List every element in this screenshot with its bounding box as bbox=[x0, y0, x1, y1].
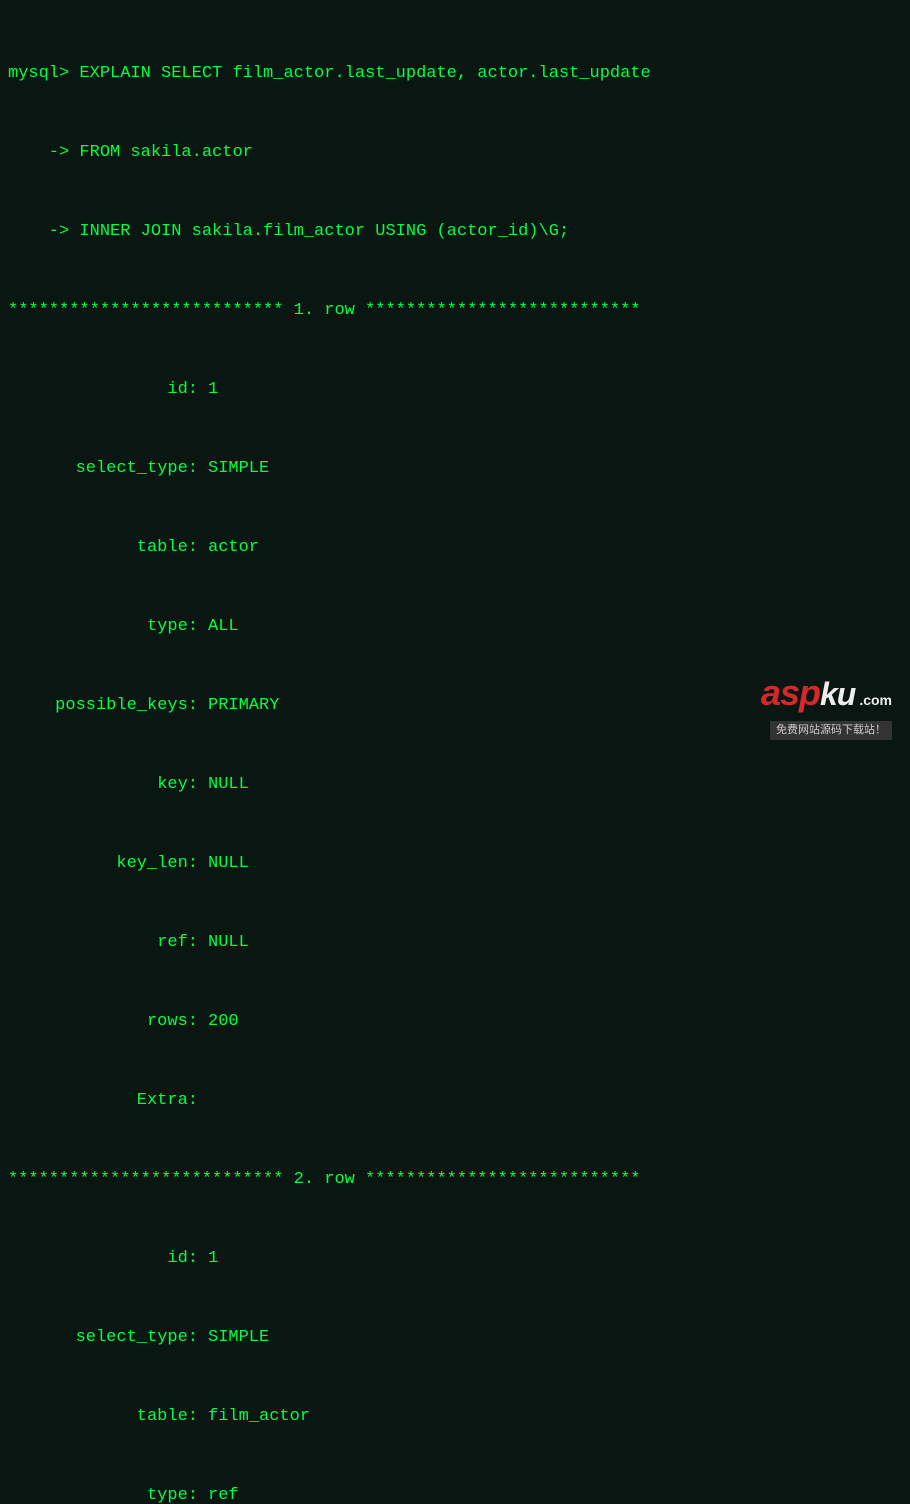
row2-select-type-label: select_type: bbox=[8, 1325, 198, 1351]
mysql-cont-prompt: -> bbox=[8, 143, 69, 162]
watermark-ext-text: .com bbox=[859, 690, 892, 712]
query-text-3: INNER JOIN sakila.film_actor USING (acto… bbox=[69, 222, 569, 241]
row1-id-label: id: bbox=[8, 377, 198, 403]
row1-type: type: ALL bbox=[8, 614, 902, 640]
row2-type: type: ref bbox=[8, 1483, 902, 1504]
row1-rows: rows: 200 bbox=[8, 1009, 902, 1035]
row2-id-value: 1 bbox=[208, 1246, 218, 1272]
row2-table-value: film_actor bbox=[208, 1404, 310, 1430]
row1-possible-keys-value: PRIMARY bbox=[208, 693, 279, 719]
row1-key-label: key: bbox=[8, 772, 198, 798]
query-line-3: -> INNER JOIN sakila.film_actor USING (a… bbox=[8, 219, 902, 245]
row1-table: table: actor bbox=[8, 535, 902, 561]
query-line-1: mysql> EXPLAIN SELECT film_actor.last_up… bbox=[8, 61, 902, 87]
watermark-red-text: asp bbox=[761, 665, 820, 721]
watermark-subtitle: 免费网站源码下载站！ bbox=[770, 721, 892, 740]
row1-key-len: key_len: NULL bbox=[8, 851, 902, 877]
row-separator-1: *************************** 1. row *****… bbox=[8, 298, 902, 324]
mysql-prompt: mysql> bbox=[8, 64, 69, 83]
row2-select-type: select_type: SIMPLE bbox=[8, 1325, 902, 1351]
row1-table-value: actor bbox=[208, 535, 259, 561]
row2-id-label: id: bbox=[8, 1246, 198, 1272]
row2-id: id: 1 bbox=[8, 1246, 902, 1272]
row1-possible-keys-label: possible_keys: bbox=[8, 693, 198, 719]
row2-type-label: type: bbox=[8, 1483, 198, 1504]
row2-table-label: table: bbox=[8, 1404, 198, 1430]
watermark: aspku.com 免费网站源码下载站！ bbox=[761, 665, 892, 740]
row1-id-value: 1 bbox=[208, 377, 218, 403]
query-text-1: EXPLAIN SELECT film_actor.last_update, a… bbox=[69, 64, 651, 83]
row1-select-type: select_type: SIMPLE bbox=[8, 456, 902, 482]
row1-id: id: 1 bbox=[8, 377, 902, 403]
query-line-2: -> FROM sakila.actor bbox=[8, 140, 902, 166]
row1-table-label: table: bbox=[8, 535, 198, 561]
row1-select-type-value: SIMPLE bbox=[208, 456, 269, 482]
row-separator-2: *************************** 2. row *****… bbox=[8, 1167, 902, 1193]
terminal-output: mysql> EXPLAIN SELECT film_actor.last_up… bbox=[8, 8, 902, 1504]
row1-key-len-value: NULL bbox=[208, 851, 249, 877]
row1-key: key: NULL bbox=[8, 772, 902, 798]
row1-ref-value: NULL bbox=[208, 930, 249, 956]
watermark-logo: aspku.com bbox=[761, 665, 892, 721]
row2-table: table: film_actor bbox=[8, 1404, 902, 1430]
query-text-2: FROM sakila.actor bbox=[69, 143, 253, 162]
row1-extra: Extra: bbox=[8, 1088, 902, 1114]
row1-select-type-label: select_type: bbox=[8, 456, 198, 482]
row1-rows-value: 200 bbox=[208, 1009, 239, 1035]
row1-type-label: type: bbox=[8, 614, 198, 640]
row2-type-value: ref bbox=[208, 1483, 239, 1504]
row1-rows-label: rows: bbox=[8, 1009, 198, 1035]
row1-key-value: NULL bbox=[208, 772, 249, 798]
watermark-white-text: ku bbox=[820, 670, 855, 720]
mysql-cont-prompt: -> bbox=[8, 222, 69, 241]
row1-type-value: ALL bbox=[208, 614, 239, 640]
row1-extra-label: Extra: bbox=[8, 1088, 198, 1114]
row1-ref: ref: NULL bbox=[8, 930, 902, 956]
row1-ref-label: ref: bbox=[8, 930, 198, 956]
row2-select-type-value: SIMPLE bbox=[208, 1325, 269, 1351]
row1-key-len-label: key_len: bbox=[8, 851, 198, 877]
